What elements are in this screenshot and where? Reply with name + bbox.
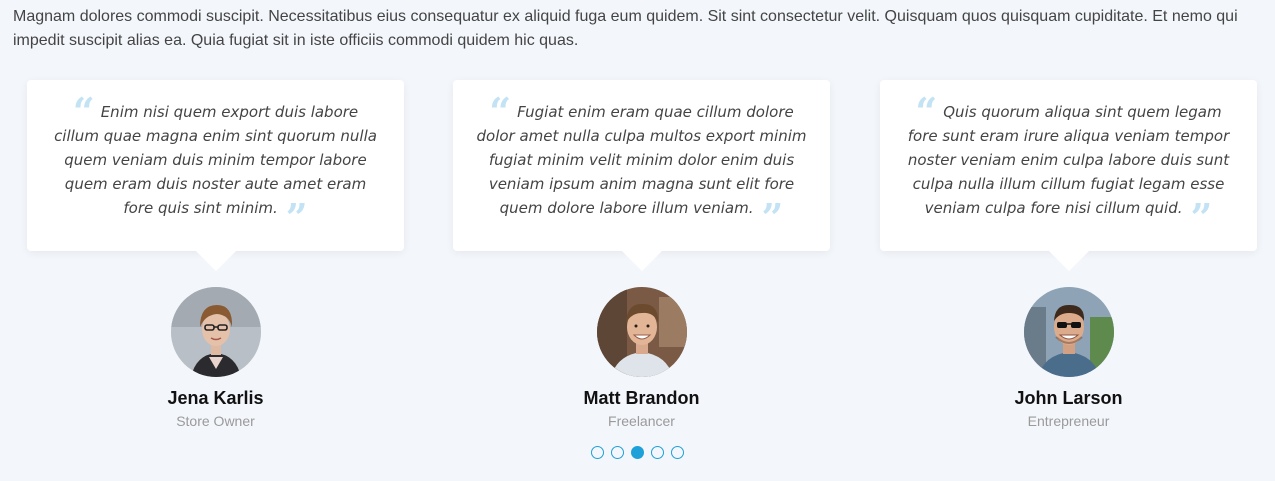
testimonial-quote-bubble: “Quis quorum aliqua sint quem legam fore… [880,80,1257,271]
pagination-dot-active[interactable] [631,446,644,459]
avatar [170,287,261,377]
testimonials-carousel[interactable]: “Enim nisi quem export duis labore cillu… [0,80,1275,440]
man-with-sunglasses-photo-icon [1023,287,1114,377]
woman-with-glasses-photo-icon [170,287,261,377]
author-name: Jena Karlis [167,388,264,408]
testimonial-quote: Fugiat enim eram quae cillum dolore dolo… [476,103,807,217]
testimonial-item: “Fugiat enim eram quae cillum dolore dol… [453,80,830,429]
author-name: John Larson [1014,388,1123,408]
author-role: Freelancer [608,413,675,429]
avatar [596,287,687,377]
testimonial-quote: Quis quorum aliqua sint quem legam fore … [907,103,1230,217]
quote-close-icon: ” [761,195,784,240]
avatar [1023,287,1114,377]
testimonial-quote: Enim nisi quem export duis labore cillum… [54,103,377,217]
testimonial-quote-bubble: “Fugiat enim eram quae cillum dolore dol… [453,80,830,271]
pagination-dot[interactable] [611,446,624,459]
testimonial-quote-bubble: “Enim nisi quem export duis labore cillu… [27,80,404,271]
quote-open-icon: “ [915,89,938,134]
author-role: Store Owner [176,413,255,429]
pagination-dot[interactable] [671,446,684,459]
pagination-dot[interactable] [591,446,604,459]
author-role: Entrepreneur [1027,413,1110,429]
quote-close-icon: ” [1190,195,1213,240]
testimonial-author: Matt Brandon Freelancer [453,287,830,430]
author-name: Matt Brandon [583,388,700,408]
quote-open-icon: “ [72,89,95,134]
testimonial-item: “Quis quorum aliqua sint quem legam fore… [880,80,1257,429]
smiling-man-photo-icon [596,287,687,377]
testimonial-author: Jena Karlis Store Owner [27,287,404,430]
carousel-pagination [0,446,1275,459]
pagination-dot[interactable] [651,446,664,459]
testimonial-item: “Enim nisi quem export duis labore cillu… [27,80,404,429]
quote-close-icon: ” [285,195,308,240]
testimonial-author: John Larson Entrepreneur [880,287,1257,430]
quote-open-icon: “ [489,89,512,134]
intro-paragraph: Magnam dolores commodi suscipit. Necessi… [13,8,1238,49]
